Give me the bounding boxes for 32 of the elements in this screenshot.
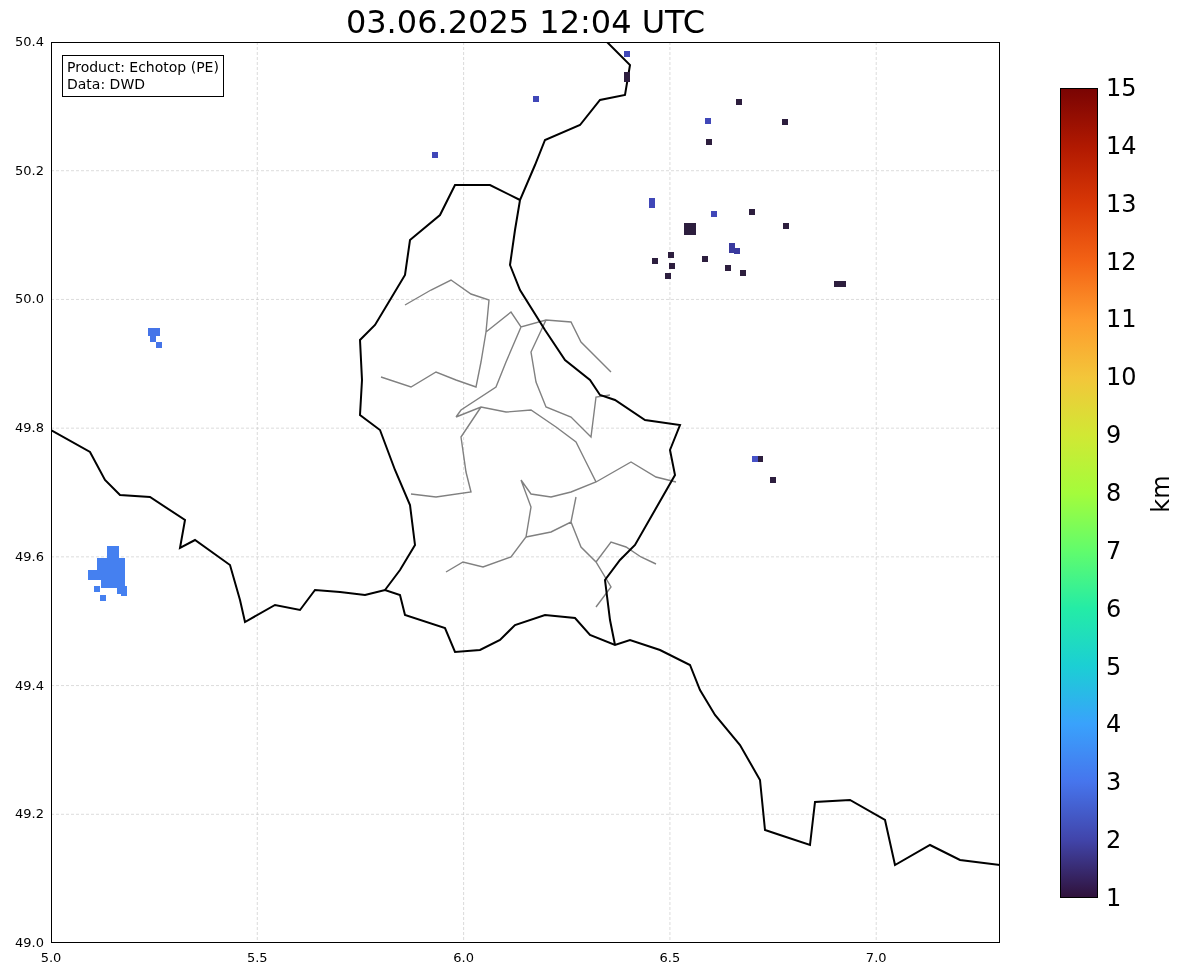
y-tick-label: 50.2 (15, 162, 44, 179)
x-tick-label: 5.5 (246, 950, 268, 966)
y-tick-label: 49.8 (15, 420, 44, 437)
colorbar-tick-label: 11 (1106, 305, 1137, 334)
legend-text: Product: Echotop (PE) (67, 59, 219, 76)
colorbar-tick-label: 1 (1106, 884, 1122, 912)
y-tick-label: 49.2 (15, 806, 44, 823)
y-tick-label: 49.4 (15, 677, 44, 694)
y-tick-label: 49.0 (15, 935, 44, 951)
colorbar-tick-label: 5 (1106, 652, 1122, 681)
colorbar-label: km (1146, 475, 1175, 513)
y-tick-label: 50.0 (15, 291, 44, 308)
colorbar-tick-label: 8 (1106, 479, 1122, 507)
colorbar-tick-label: 15 (1106, 74, 1137, 102)
colorbar-tick-label: 10 (1106, 363, 1137, 392)
colorbar-tick-label: 9 (1106, 421, 1122, 450)
colorbar-tick-label: 3 (1106, 768, 1122, 797)
colorbar-tick-label: 12 (1106, 247, 1137, 276)
x-tick-label: 7.0 (865, 950, 887, 966)
x-tick-label: 6.5 (659, 950, 681, 966)
colorbar-tick-label: 6 (1106, 594, 1122, 623)
colorbar-tick-label: 13 (1106, 189, 1137, 218)
x-tick-label: 6.0 (453, 950, 474, 966)
colorbar-tick-label: 2 (1106, 826, 1122, 855)
legend-text: Data: DWD (67, 76, 146, 93)
y-tick-label: 50.4 (15, 34, 44, 50)
colorbar-tick-label: 4 (1106, 710, 1122, 739)
chart-title: 03.06.2025 12:04 UTC (344, 2, 707, 42)
colorbar-tick-label: 7 (1106, 536, 1122, 565)
y-tick-label: 49.6 (15, 548, 44, 565)
x-tick-label: 5.0 (40, 950, 62, 966)
colorbar-tick-label: 14 (1106, 131, 1137, 160)
